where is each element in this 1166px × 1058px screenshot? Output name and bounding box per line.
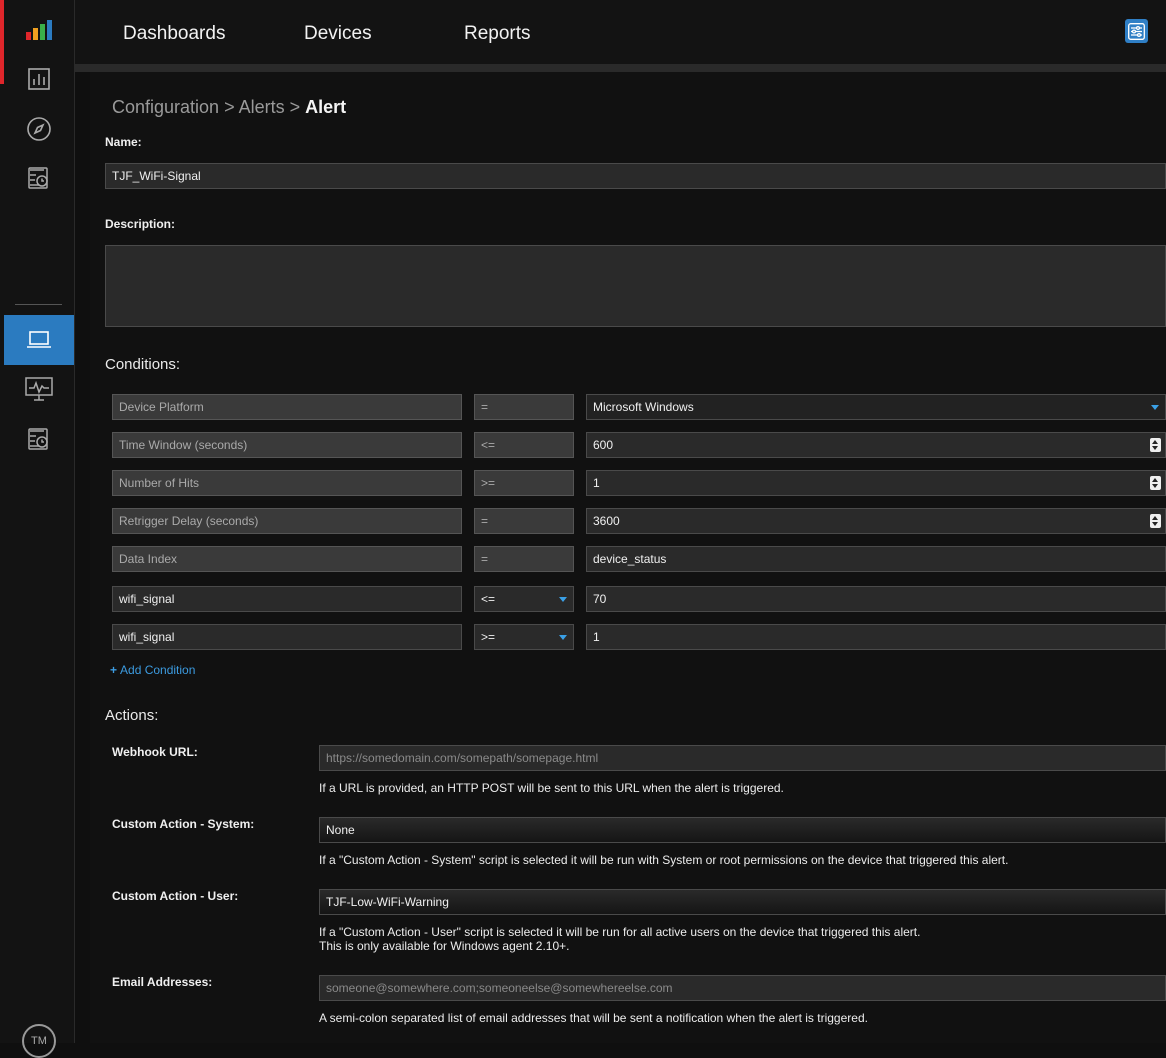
breadcrumb-separator: > [284,97,306,117]
number-of-hits-input[interactable]: 1 [586,470,1166,496]
condition-field: Device Platform [112,394,462,420]
name-label: Name: [105,135,142,149]
sidebar-divider [15,304,62,305]
top-navigation: Dashboards Devices Reports [75,0,1166,64]
settings-button[interactable] [1125,19,1148,43]
header-separator [75,64,1166,72]
operator-select-value: >= [481,630,496,644]
condition-field: Retrigger Delay (seconds) [112,508,462,534]
custom-field-input[interactable]: wifi_signal [112,586,462,612]
nav-devices[interactable]: Devices [304,23,372,45]
custom-action-system-help: If a "Custom Action - System" script is … [319,853,1009,867]
condition-value-input[interactable]: 1 [586,624,1166,650]
retrigger-delay-value: 3600 [593,514,620,528]
compass-icon[interactable] [24,114,54,144]
time-window-value: 600 [593,438,614,452]
breadcrumb: Configuration > Alerts > Alert [112,97,346,118]
sliders-icon [1128,22,1145,40]
custom-action-system-select[interactable]: None [319,817,1166,843]
nav-dashboards[interactable]: Dashboards [123,23,225,45]
nav-reports[interactable]: Reports [464,23,531,45]
email-help-text: A semi-colon separated list of email add… [319,1011,868,1025]
webhook-label: Webhook URL: [112,745,198,759]
number-stepper-icon[interactable] [1150,438,1161,452]
monitor-pulse-icon[interactable] [24,374,54,404]
email-addresses-label: Email Addresses: [112,975,213,989]
add-condition-link[interactable]: + Add Condition [110,663,195,677]
plus-icon: + [110,663,118,677]
condition-operator: >= [474,470,574,496]
custom-action-user-help: If a "Custom Action - User" script is se… [319,925,921,939]
sidebar-accent-bar [0,0,4,84]
platform-select-value: Microsoft Windows [593,400,694,414]
breadcrumb-configuration[interactable]: Configuration [112,97,219,117]
number-of-hits-value: 1 [593,476,600,490]
breadcrumb-alerts[interactable]: Alerts [239,97,285,117]
breadcrumb-current: Alert [305,97,347,117]
description-textarea[interactable] [105,245,1166,327]
custom-action-user-select[interactable]: TJF-Low-WiFi-Warning [319,889,1166,915]
custom-field-input[interactable]: wifi_signal [112,624,462,650]
laptop-icon[interactable] [24,325,54,355]
main-content: Configuration > Alerts > Alert Name: TJF… [90,72,1166,1043]
history-icon[interactable] [24,163,54,193]
chevron-down-icon [559,635,567,640]
breadcrumb-separator: > [219,97,239,117]
custom-action-user-label: Custom Action - User: [112,889,239,903]
chevron-down-icon [1151,405,1159,410]
retrigger-delay-input[interactable]: 3600 [586,508,1166,534]
number-stepper-icon[interactable] [1150,476,1161,490]
actions-heading: Actions: [105,707,159,724]
condition-field: Time Window (seconds) [112,432,462,458]
add-condition-label: Add Condition [120,663,196,677]
condition-operator: = [474,394,574,420]
condition-field: Data Index [112,546,462,572]
condition-operator: <= [474,432,574,458]
description-label: Description: [105,217,176,231]
condition-operator: = [474,508,574,534]
sidebar: TM [0,0,75,1058]
condition-operator: = [474,546,574,572]
operator-select-value: <= [481,592,496,606]
app-logo-icon[interactable] [26,20,54,40]
email-addresses-input[interactable]: someone@somewhere.com;someoneelse@somewh… [319,975,1166,1001]
operator-select[interactable]: <= [474,586,574,612]
condition-value-input[interactable]: 70 [586,586,1166,612]
bar-chart-icon[interactable] [24,64,54,94]
report-history-icon[interactable] [24,424,54,454]
custom-action-user-help-note: This is only available for Windows agent… [319,939,570,953]
conditions-heading: Conditions: [105,356,181,373]
chevron-down-icon [559,597,567,602]
number-stepper-icon[interactable] [1150,514,1161,528]
data-index-input[interactable]: device_status [586,546,1166,572]
webhook-url-input[interactable]: https://somedomain.com/somepath/somepage… [319,745,1166,771]
condition-field: Number of Hits [112,470,462,496]
trademark-badge: TM [22,1024,56,1058]
operator-select[interactable]: >= [474,624,574,650]
webhook-help-text: If a URL is provided, an HTTP POST will … [319,781,784,795]
custom-action-system-label: Custom Action - System: [112,817,255,831]
time-window-input[interactable]: 600 [586,432,1166,458]
platform-select[interactable]: Microsoft Windows [586,394,1166,420]
name-input[interactable]: TJF_WiFi-Signal [105,163,1166,189]
